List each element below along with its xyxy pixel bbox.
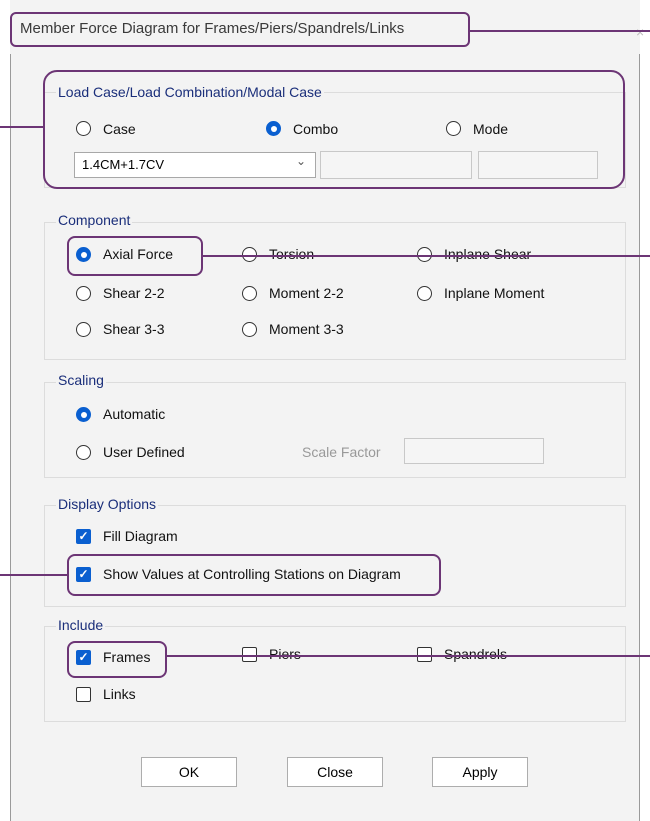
torsion-label[interactable]: Torsion [269,246,314,262]
automatic-radio[interactable] [76,407,91,422]
fill-diagram-checkbox[interactable]: ✓ [76,529,91,544]
moment-2-2-radio[interactable] [242,286,257,301]
shear-3-3-label[interactable]: Shear 3-3 [103,321,164,337]
user-defined-radio[interactable] [76,445,91,460]
check-icon: ✓ [78,529,89,543]
frames-callout-line [167,655,650,657]
display-options-legend: Display Options [56,496,159,512]
links-checkbox[interactable] [76,687,91,702]
inplane-moment-radio[interactable] [417,286,432,301]
moment-3-3-radio[interactable] [242,322,257,337]
frames-highlight [67,641,167,678]
include-legend: Include [56,617,106,633]
apply-button[interactable]: Apply [432,757,528,787]
show-values-highlight [67,554,441,596]
inplane-moment-label[interactable]: Inplane Moment [444,285,544,301]
axial-force-highlight [67,236,203,276]
shear-3-3-radio[interactable] [76,322,91,337]
show-values-callout-line [0,574,67,576]
links-label[interactable]: Links [103,686,136,702]
shear-2-2-label[interactable]: Shear 2-2 [103,285,164,301]
piers-label[interactable]: Piers [269,646,301,662]
title-highlight [10,12,470,47]
axial-force-callout-line [203,255,650,257]
automatic-label[interactable]: Automatic [103,406,165,422]
moment-2-2-label[interactable]: Moment 2-2 [269,285,344,301]
user-defined-label[interactable]: User Defined [103,444,185,460]
spandrels-label[interactable]: Spandrels [444,646,507,662]
fill-diagram-label[interactable]: Fill Diagram [103,528,178,544]
moment-3-3-label[interactable]: Moment 3-3 [269,321,344,337]
scaling-legend: Scaling [56,372,106,388]
title-callout-line [470,30,650,32]
close-button[interactable]: Close [287,757,383,787]
component-legend: Component [56,212,133,228]
scale-factor-input [404,438,544,464]
ok-button[interactable]: OK [141,757,237,787]
inplane-shear-label[interactable]: Inplane Shear [444,246,531,262]
load-case-callout-line [0,126,43,128]
load-case-highlight [43,70,625,189]
scale-factor-label: Scale Factor [302,444,381,460]
close-window-icon[interactable]: × [636,24,650,44]
shear-2-2-radio[interactable] [76,286,91,301]
